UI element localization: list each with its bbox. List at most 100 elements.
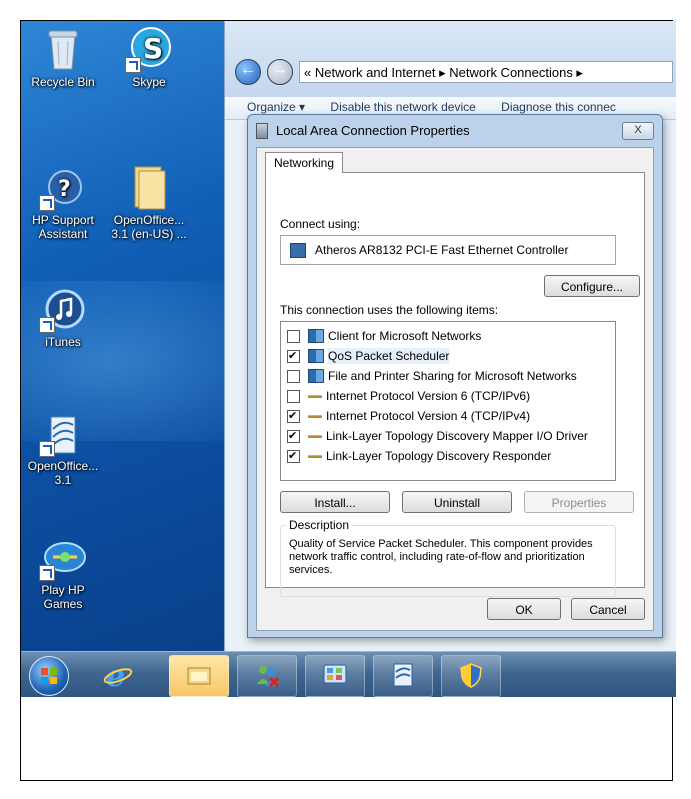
list-item[interactable]: File and Printer Sharing for Microsoft N… xyxy=(287,368,577,384)
checkbox[interactable] xyxy=(287,448,300,464)
desktop-icon-label: Recycle Bin xyxy=(31,75,95,89)
dialog-title: Local Area Connection Properties xyxy=(276,123,470,138)
checkbox[interactable] xyxy=(287,348,300,364)
desktop-icon-skype[interactable]: S Skype xyxy=(107,25,191,89)
shortcut-arrow-icon xyxy=(125,57,141,73)
openoffice-icon xyxy=(39,409,87,457)
protocol-icon xyxy=(308,454,322,458)
navigation-buttons xyxy=(235,59,293,85)
windows-explorer-taskbar-button[interactable] xyxy=(169,655,229,697)
disable-device-button[interactable]: Disable this network device xyxy=(330,100,475,114)
security-taskbar-button[interactable] xyxy=(441,655,501,697)
desktop-icon-label: OpenOffice... 3.1 (en-US) ... xyxy=(111,213,187,241)
protocol-icon xyxy=(308,414,322,418)
desktop-icon-openoffice[interactable]: OpenOffice... 3.1 xyxy=(21,409,105,487)
itunes-icon xyxy=(39,285,87,333)
checkbox[interactable] xyxy=(287,369,300,383)
desktop-icon-itunes[interactable]: iTunes xyxy=(21,285,105,349)
list-item[interactable]: Link-Layer Topology Discovery Mapper I/O… xyxy=(287,428,588,444)
item-label: Client for Microsoft Networks xyxy=(328,329,482,343)
shortcut-arrow-icon xyxy=(39,565,55,581)
desktop: Recycle Bin S Skype ? HP Support Assista… xyxy=(21,21,224,651)
start-orb-icon[interactable] xyxy=(29,656,69,696)
properties-dialog: Local Area Connection Properties X Netwo… xyxy=(247,114,663,638)
checkbox[interactable] xyxy=(287,428,300,444)
protocol-icon xyxy=(308,434,322,438)
list-item[interactable]: Link-Layer Topology Discovery Responder xyxy=(287,448,551,464)
uninstall-button[interactable]: Uninstall xyxy=(402,491,512,513)
protocol-icon xyxy=(308,394,322,398)
shortcut-arrow-icon xyxy=(39,317,55,333)
adapter-field: Atheros AR8132 PCI-E Fast Ethernet Contr… xyxy=(280,235,616,265)
hp-support-icon: ? xyxy=(39,163,87,211)
svg-text:?: ? xyxy=(58,177,71,202)
desktop-icon-label: OpenOffice... 3.1 xyxy=(27,459,99,487)
items-label: This connection uses the following items… xyxy=(280,303,499,317)
desktop-icon-label: Play HP Games xyxy=(41,583,85,611)
address-breadcrumb: « Network and Internet ▸ Network Connect… xyxy=(304,65,583,80)
user-accounts-icon xyxy=(257,666,280,688)
properties-button[interactable]: Properties xyxy=(524,491,634,513)
cancel-button[interactable]: Cancel xyxy=(571,598,645,620)
components-list: Client for Microsoft Networks QoS Packet… xyxy=(280,321,616,481)
desktop-icon-label: HP Support Assistant xyxy=(32,213,94,241)
openoffice-taskbar-button[interactable] xyxy=(373,655,433,697)
security-shield-icon xyxy=(460,663,482,688)
network-service-icon xyxy=(308,369,324,383)
item-label: Internet Protocol Version 4 (TCP/IPv4) xyxy=(326,409,531,423)
forward-button[interactable] xyxy=(267,59,293,85)
checkbox[interactable] xyxy=(287,389,300,403)
recycle-bin-icon xyxy=(39,25,87,73)
checkbox[interactable] xyxy=(287,329,300,343)
dialog-titlebar: Local Area Connection Properties xyxy=(256,121,470,141)
address-bar[interactable]: « Network and Internet ▸ Network Connect… xyxy=(299,61,673,83)
user-accounts-taskbar-button[interactable] xyxy=(237,655,297,697)
item-label: QoS Packet Scheduler xyxy=(328,348,450,364)
back-button[interactable] xyxy=(235,59,261,85)
install-button[interactable]: Install... xyxy=(280,491,390,513)
folder-icon xyxy=(125,163,173,211)
close-button[interactable]: X xyxy=(622,122,654,140)
checkbox[interactable] xyxy=(287,408,300,424)
svg-text:S: S xyxy=(143,32,163,65)
skype-icon: S xyxy=(125,25,173,73)
item-label: File and Printer Sharing for Microsoft N… xyxy=(328,369,577,383)
networking-panel: Connect using: Atheros AR8132 PCI-E Fast… xyxy=(265,172,645,597)
screenshot: Recycle Bin S Skype ? HP Support Assista… xyxy=(21,21,676,697)
control-panel-icon xyxy=(323,664,347,684)
network-card-icon xyxy=(290,243,306,258)
windows-explorer-icon xyxy=(187,667,211,685)
hp-games-icon xyxy=(39,533,87,581)
network-service-icon xyxy=(308,349,324,363)
organize-menu[interactable]: Organize ▾ xyxy=(247,100,305,114)
item-label: Link-Layer Topology Discovery Responder xyxy=(326,449,552,463)
adapter-name: Atheros AR8132 PCI-E Fast Ethernet Contr… xyxy=(315,243,569,257)
diagnose-connection-button[interactable]: Diagnose this connec xyxy=(501,100,616,114)
description-text: Quality of Service Packet Scheduler. Thi… xyxy=(289,538,593,576)
list-item[interactable]: Client for Microsoft Networks xyxy=(287,328,481,344)
item-label: Internet Protocol Version 6 (TCP/IPv6) xyxy=(326,389,531,403)
list-item[interactable]: QoS Packet Scheduler xyxy=(287,348,450,364)
desktop-icon-openoffice-folder[interactable]: OpenOffice... 3.1 (en-US) ... xyxy=(107,163,191,241)
network-adapter-icon xyxy=(256,123,268,139)
desktop-icon-label: iTunes xyxy=(45,335,81,349)
shortcut-arrow-icon xyxy=(39,195,55,211)
control-panel-taskbar-button[interactable] xyxy=(305,655,365,697)
desktop-icon-recycle-bin[interactable]: Recycle Bin xyxy=(21,25,105,89)
shortcut-arrow-icon xyxy=(39,441,55,457)
ok-button[interactable]: OK xyxy=(487,598,561,620)
internet-explorer-icon[interactable]: e xyxy=(103,659,133,694)
taskbar: e xyxy=(21,651,676,697)
desktop-icon-hp-support[interactable]: ? HP Support Assistant xyxy=(21,163,105,241)
list-item[interactable]: Internet Protocol Version 6 (TCP/IPv6) xyxy=(287,388,530,404)
network-client-icon xyxy=(308,329,324,343)
description-legend: Description xyxy=(287,518,352,532)
desktop-icon-play-hp-games[interactable]: Play HP Games xyxy=(21,533,105,611)
configure-button[interactable]: Configure... xyxy=(544,275,640,297)
list-item[interactable]: Internet Protocol Version 4 (TCP/IPv4) xyxy=(287,408,530,424)
tab-networking[interactable]: Networking xyxy=(265,152,344,173)
dialog-body: Networking Connect using: Atheros AR8132… xyxy=(256,147,654,631)
item-label: Link-Layer Topology Discovery Mapper I/O… xyxy=(326,429,588,443)
connect-using-label: Connect using: xyxy=(280,217,361,231)
openoffice-icon xyxy=(393,663,413,687)
